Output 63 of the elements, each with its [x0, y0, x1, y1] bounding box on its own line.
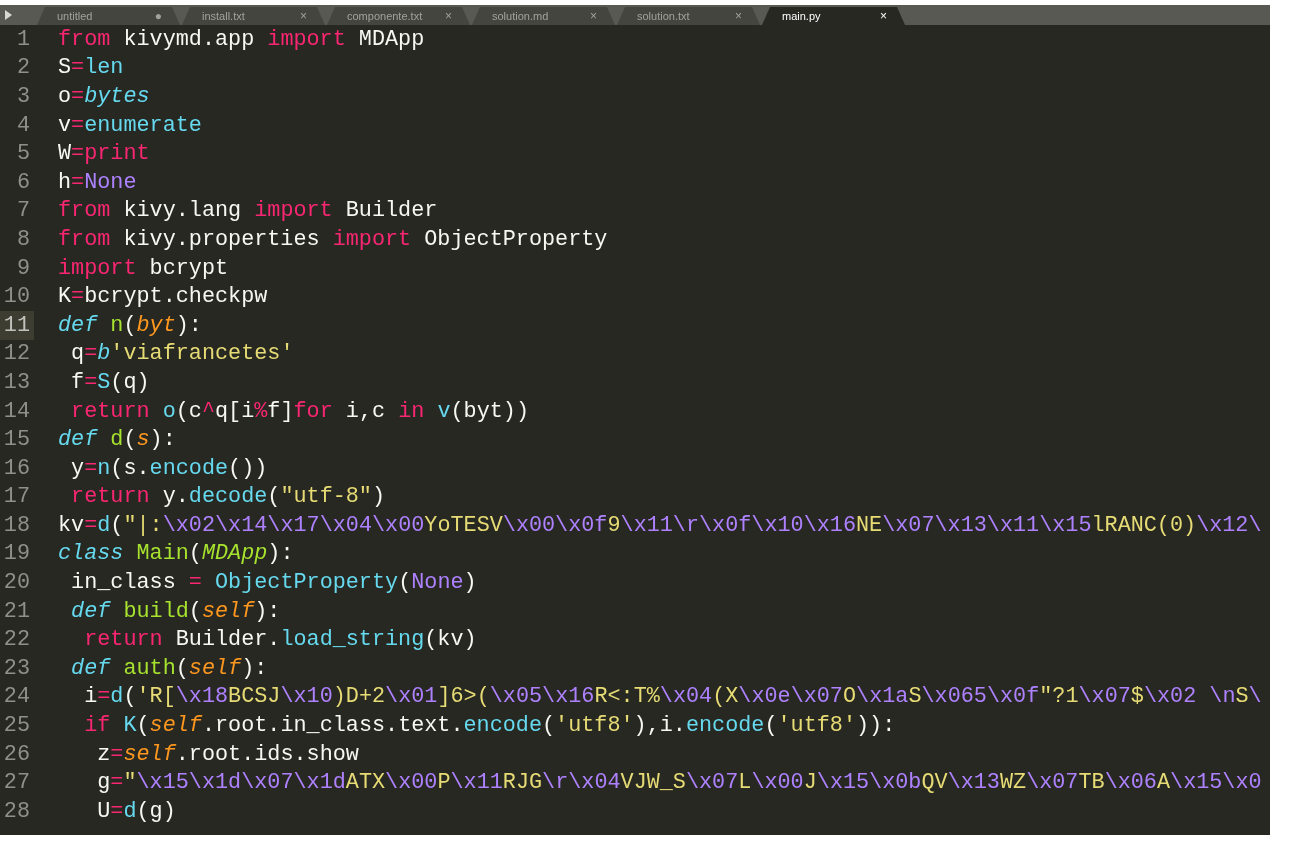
line-number: 18 — [2, 511, 31, 540]
code-line: o=bytes — [58, 84, 150, 109]
line-number: 3 — [15, 83, 31, 111]
code-line: i=d('R[\x18BCSJ\x10)D+2\x01]6>(\x05\x16R<:T%\x04(X\x0e\x07O\x1aS\x065\x0f"?1\x07$\x02 \nS\ — [83, 684, 1262, 710]
line-number: 11 — [0, 310, 34, 340]
line-number: 15 — [2, 426, 31, 454]
line-number: 23 — [2, 654, 31, 683]
line-number: 14 — [2, 397, 31, 426]
line-number: 5 — [15, 140, 31, 168]
code-line: v=enumerate — [58, 112, 202, 138]
code-line: K=bcrypt.checkpw — [58, 284, 268, 310]
line-number: 22 — [2, 626, 31, 655]
code-line: def auth(self): — [70, 655, 268, 681]
line-number: 26 — [2, 740, 31, 769]
code-line: if K(self.root.in_class.text.encode('utf8'),i.encode('utf8')): — [83, 713, 896, 739]
line-number: 6 — [15, 168, 31, 197]
line-number: 28 — [2, 797, 31, 826]
line-number: 17 — [2, 483, 31, 512]
line-number: 25 — [2, 712, 31, 740]
code-line: z=self.root.ids.show — [96, 741, 359, 767]
code-line: def d(s): — [58, 427, 176, 453]
code-line: return y.decode("utf-8") — [70, 484, 386, 510]
code-line: import bcrypt — [58, 255, 229, 281]
line-number: 8 — [15, 225, 31, 254]
code-line: y=n(s.encode()) — [70, 455, 268, 481]
code-line: f=S(q) — [70, 369, 150, 395]
code-line: def build(self): — [70, 598, 281, 624]
code-line: U=d(g) — [96, 798, 176, 824]
line-number: 10 — [2, 283, 31, 311]
code-line: return o(c^q[i%f]for i,c in v(byt)) — [70, 398, 529, 424]
code-line: in_class = ObjectProperty(None) — [70, 570, 477, 596]
line-number: 27 — [2, 769, 31, 798]
tab[interactable]: componente.txt × — [327, 7, 470, 25]
scroll-left-icon[interactable] — [4, 9, 13, 21]
tab[interactable]: untitled ● — [37, 7, 180, 25]
code-line: W=print — [58, 141, 150, 167]
line-number: 7 — [15, 197, 31, 226]
line-number: 9 — [15, 254, 31, 283]
code-line: from kivy.properties import ObjectProperty — [58, 226, 608, 252]
tab[interactable]: solution.md × — [472, 7, 615, 25]
line-number: 13 — [2, 368, 31, 397]
line-number: 19 — [2, 540, 31, 569]
code-line: from kivy.lang import Builder — [58, 198, 438, 224]
code-line: S=len — [58, 55, 124, 81]
line-number: 21 — [2, 597, 31, 626]
line-number: 2 — [15, 54, 31, 83]
line-number: 1 — [15, 25, 31, 54]
code-line: def n(byt): — [58, 312, 202, 338]
tab[interactable]: solution.txt × — [617, 7, 760, 25]
line-number: 20 — [2, 569, 31, 597]
line-number: 24 — [2, 683, 31, 712]
code-line: g="\x15\x1d\x07\x1dATX\x00P\x11RJG\r\x04VJW_S\x07L\x00J\x15\x0bQV\x13WZ\x07TB\x06A\x15\x0 — [96, 770, 1262, 796]
code-line: q=b'viafrancetes' — [70, 341, 294, 367]
tab[interactable]: install.txt × — [182, 7, 325, 25]
line-number: 4 — [15, 111, 31, 140]
line-number: 16 — [2, 454, 31, 483]
line-number: 12 — [2, 340, 31, 369]
code-line: class Main(MDApp): — [58, 541, 294, 567]
code-line: return Builder.load_string(kv) — [83, 627, 477, 653]
code-line: h=None — [58, 169, 137, 195]
code-line: from kivymd.app import MDApp — [58, 26, 425, 52]
code-line: kv=d("|:\x02\x14\x17\x04\x00YoTESV\x00\x0f9\x11\r\x0f\x10\x16NE\x07\x13\x11\x15lRANC(0)\x12\ — [58, 512, 1262, 538]
tab[interactable]: main.py × — [762, 7, 905, 25]
